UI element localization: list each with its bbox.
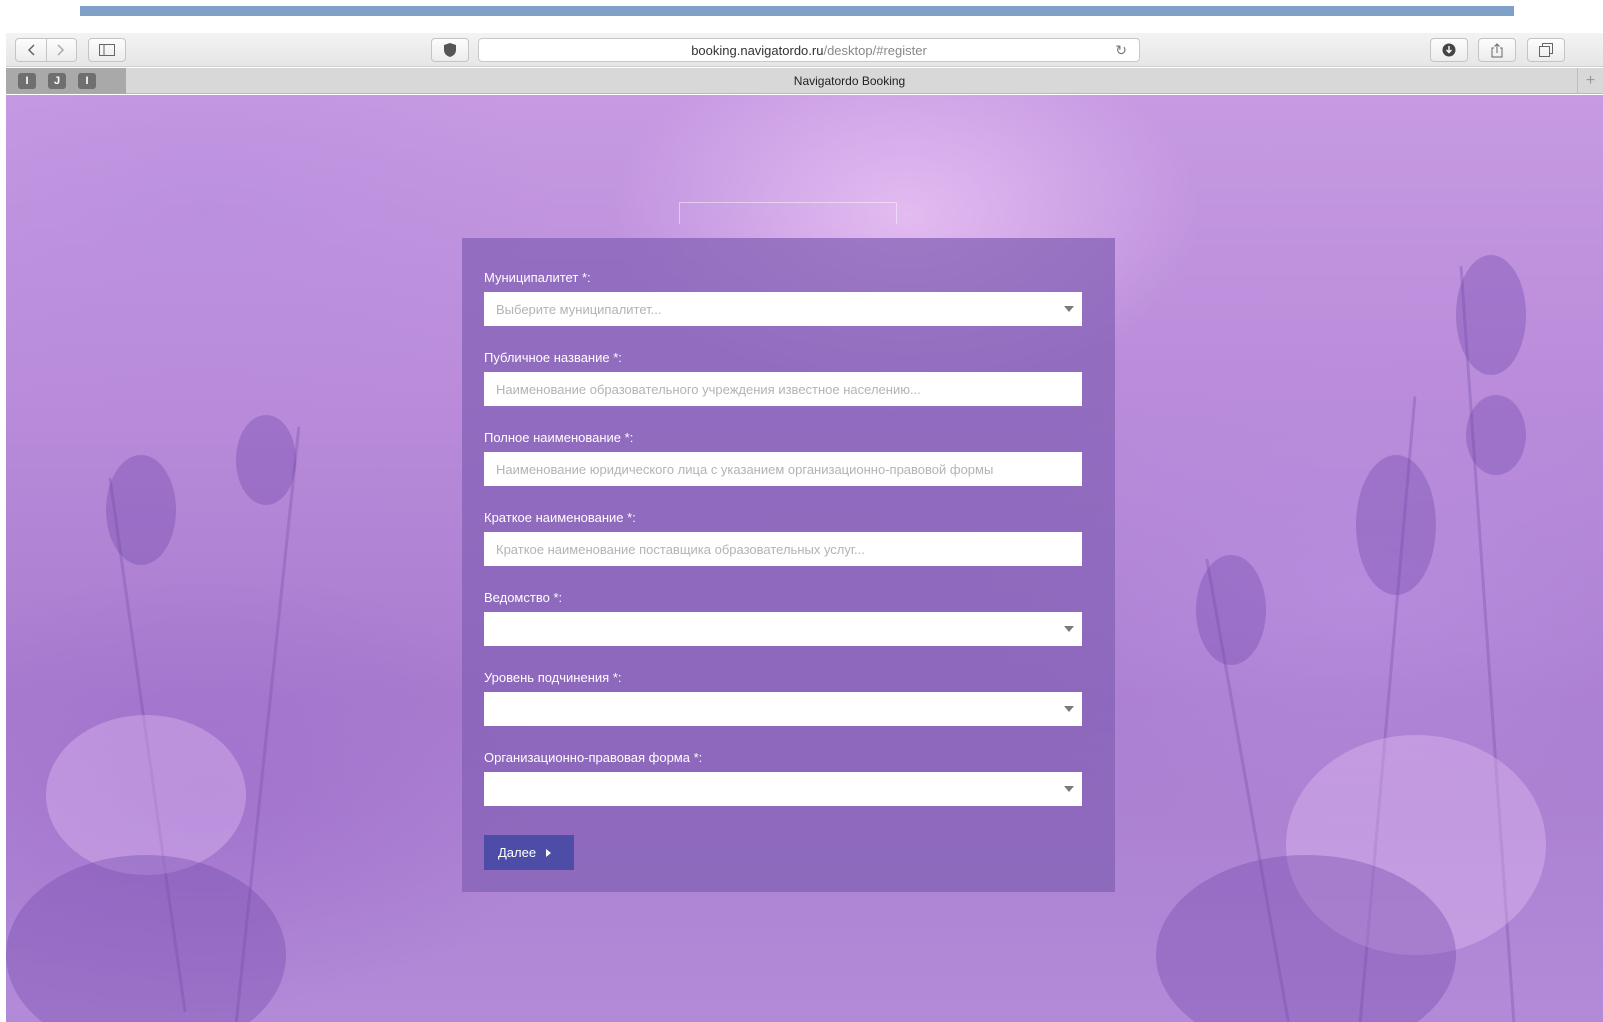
downloads-button[interactable] — [1430, 38, 1468, 62]
legal-form-label: Организационно-правовая форма *: — [484, 750, 703, 765]
pinned-tabs: I J I — [6, 68, 126, 94]
bg-lavender-bud — [1356, 455, 1436, 595]
sidebar-button[interactable] — [88, 38, 126, 62]
page-viewport: Муниципалитет *: Выберите муниципалитет.… — [6, 95, 1603, 1022]
tab-bar: I J I Navigatordo Booking + — [6, 68, 1603, 94]
bg-lavender-bud — [106, 455, 176, 565]
forward-button[interactable] — [45, 39, 77, 61]
department-select[interactable] — [484, 612, 1082, 646]
bg-lavender-bud — [1456, 255, 1526, 375]
top-accent-strip — [80, 6, 1514, 16]
bg-lavender-bud — [1196, 555, 1266, 665]
url-domain: booking.navigatordo.ru — [691, 42, 824, 58]
url-path: /desktop/#register — [823, 42, 927, 58]
short-name-placeholder: Краткое наименование поставщика образова… — [496, 541, 865, 557]
legal-form-select[interactable] — [484, 772, 1082, 806]
new-tab-button[interactable]: + — [1577, 68, 1603, 94]
public-name-placeholder: Наименование образовательного учреждения… — [496, 381, 921, 397]
pinned-tab-2[interactable]: J — [48, 73, 66, 89]
pinned-tab-1[interactable]: I — [18, 73, 36, 89]
plus-icon: + — [1585, 72, 1596, 89]
chevron-down-icon — [1064, 706, 1074, 712]
address-bar[interactable]: booking.navigatordo.ru/desktop/#register… — [478, 38, 1140, 62]
browser-toolbar: booking.navigatordo.ru/desktop/#register… — [6, 33, 1603, 67]
municipality-placeholder: Выберите муниципалитет... — [496, 301, 662, 317]
register-form-panel: Муниципалитет *: Выберите муниципалитет.… — [462, 238, 1115, 892]
chevron-down-icon — [1064, 306, 1074, 312]
short-name-input[interactable]: Краткое наименование поставщика образова… — [484, 532, 1082, 566]
next-button[interactable]: Далее — [484, 835, 574, 870]
tabs-icon — [1539, 43, 1553, 57]
shield-icon — [444, 43, 456, 57]
municipality-select[interactable]: Выберите муниципалитет... — [484, 292, 1082, 326]
reload-icon[interactable]: ↻ — [1115, 42, 1127, 59]
chevron-left-icon — [27, 44, 35, 56]
active-tab-title[interactable]: Navigatordo Booking — [126, 68, 1573, 94]
chevron-down-icon — [1064, 626, 1074, 632]
sidebar-icon — [99, 44, 115, 56]
bg-blur — [6, 855, 286, 1022]
tabs-button[interactable] — [1527, 38, 1565, 62]
download-icon — [1442, 43, 1456, 57]
share-button[interactable] — [1478, 38, 1516, 62]
subordination-level-select[interactable] — [484, 692, 1082, 726]
public-name-input[interactable]: Наименование образовательного учреждения… — [484, 372, 1082, 406]
full-name-placeholder: Наименование юридического лица с указани… — [496, 461, 994, 477]
bg-lavender-bud — [1466, 395, 1526, 475]
subordination-level-label: Уровень подчинения *: — [484, 670, 622, 685]
pinned-tab-3[interactable]: I — [78, 73, 96, 89]
public-name-label: Публичное название *: — [484, 350, 622, 365]
full-name-label: Полное наименование *: — [484, 430, 634, 445]
chevron-right-icon — [57, 44, 65, 56]
full-name-input[interactable]: Наименование юридического лица с указани… — [484, 452, 1082, 486]
bg-lavender-bud — [236, 415, 296, 505]
extension-button[interactable] — [431, 38, 469, 62]
nav-buttons — [15, 38, 77, 62]
bg-blur — [46, 715, 246, 875]
share-icon — [1491, 42, 1503, 57]
chevron-down-icon — [1064, 786, 1074, 792]
next-button-label: Далее — [498, 845, 537, 860]
short-name-label: Краткое наименование *: — [484, 510, 636, 525]
logo-placeholder — [679, 202, 897, 224]
municipality-label: Муниципалитет *: — [484, 270, 591, 285]
caret-right-icon — [546, 848, 552, 857]
back-button[interactable] — [16, 39, 46, 61]
department-label: Ведомство *: — [484, 590, 563, 605]
